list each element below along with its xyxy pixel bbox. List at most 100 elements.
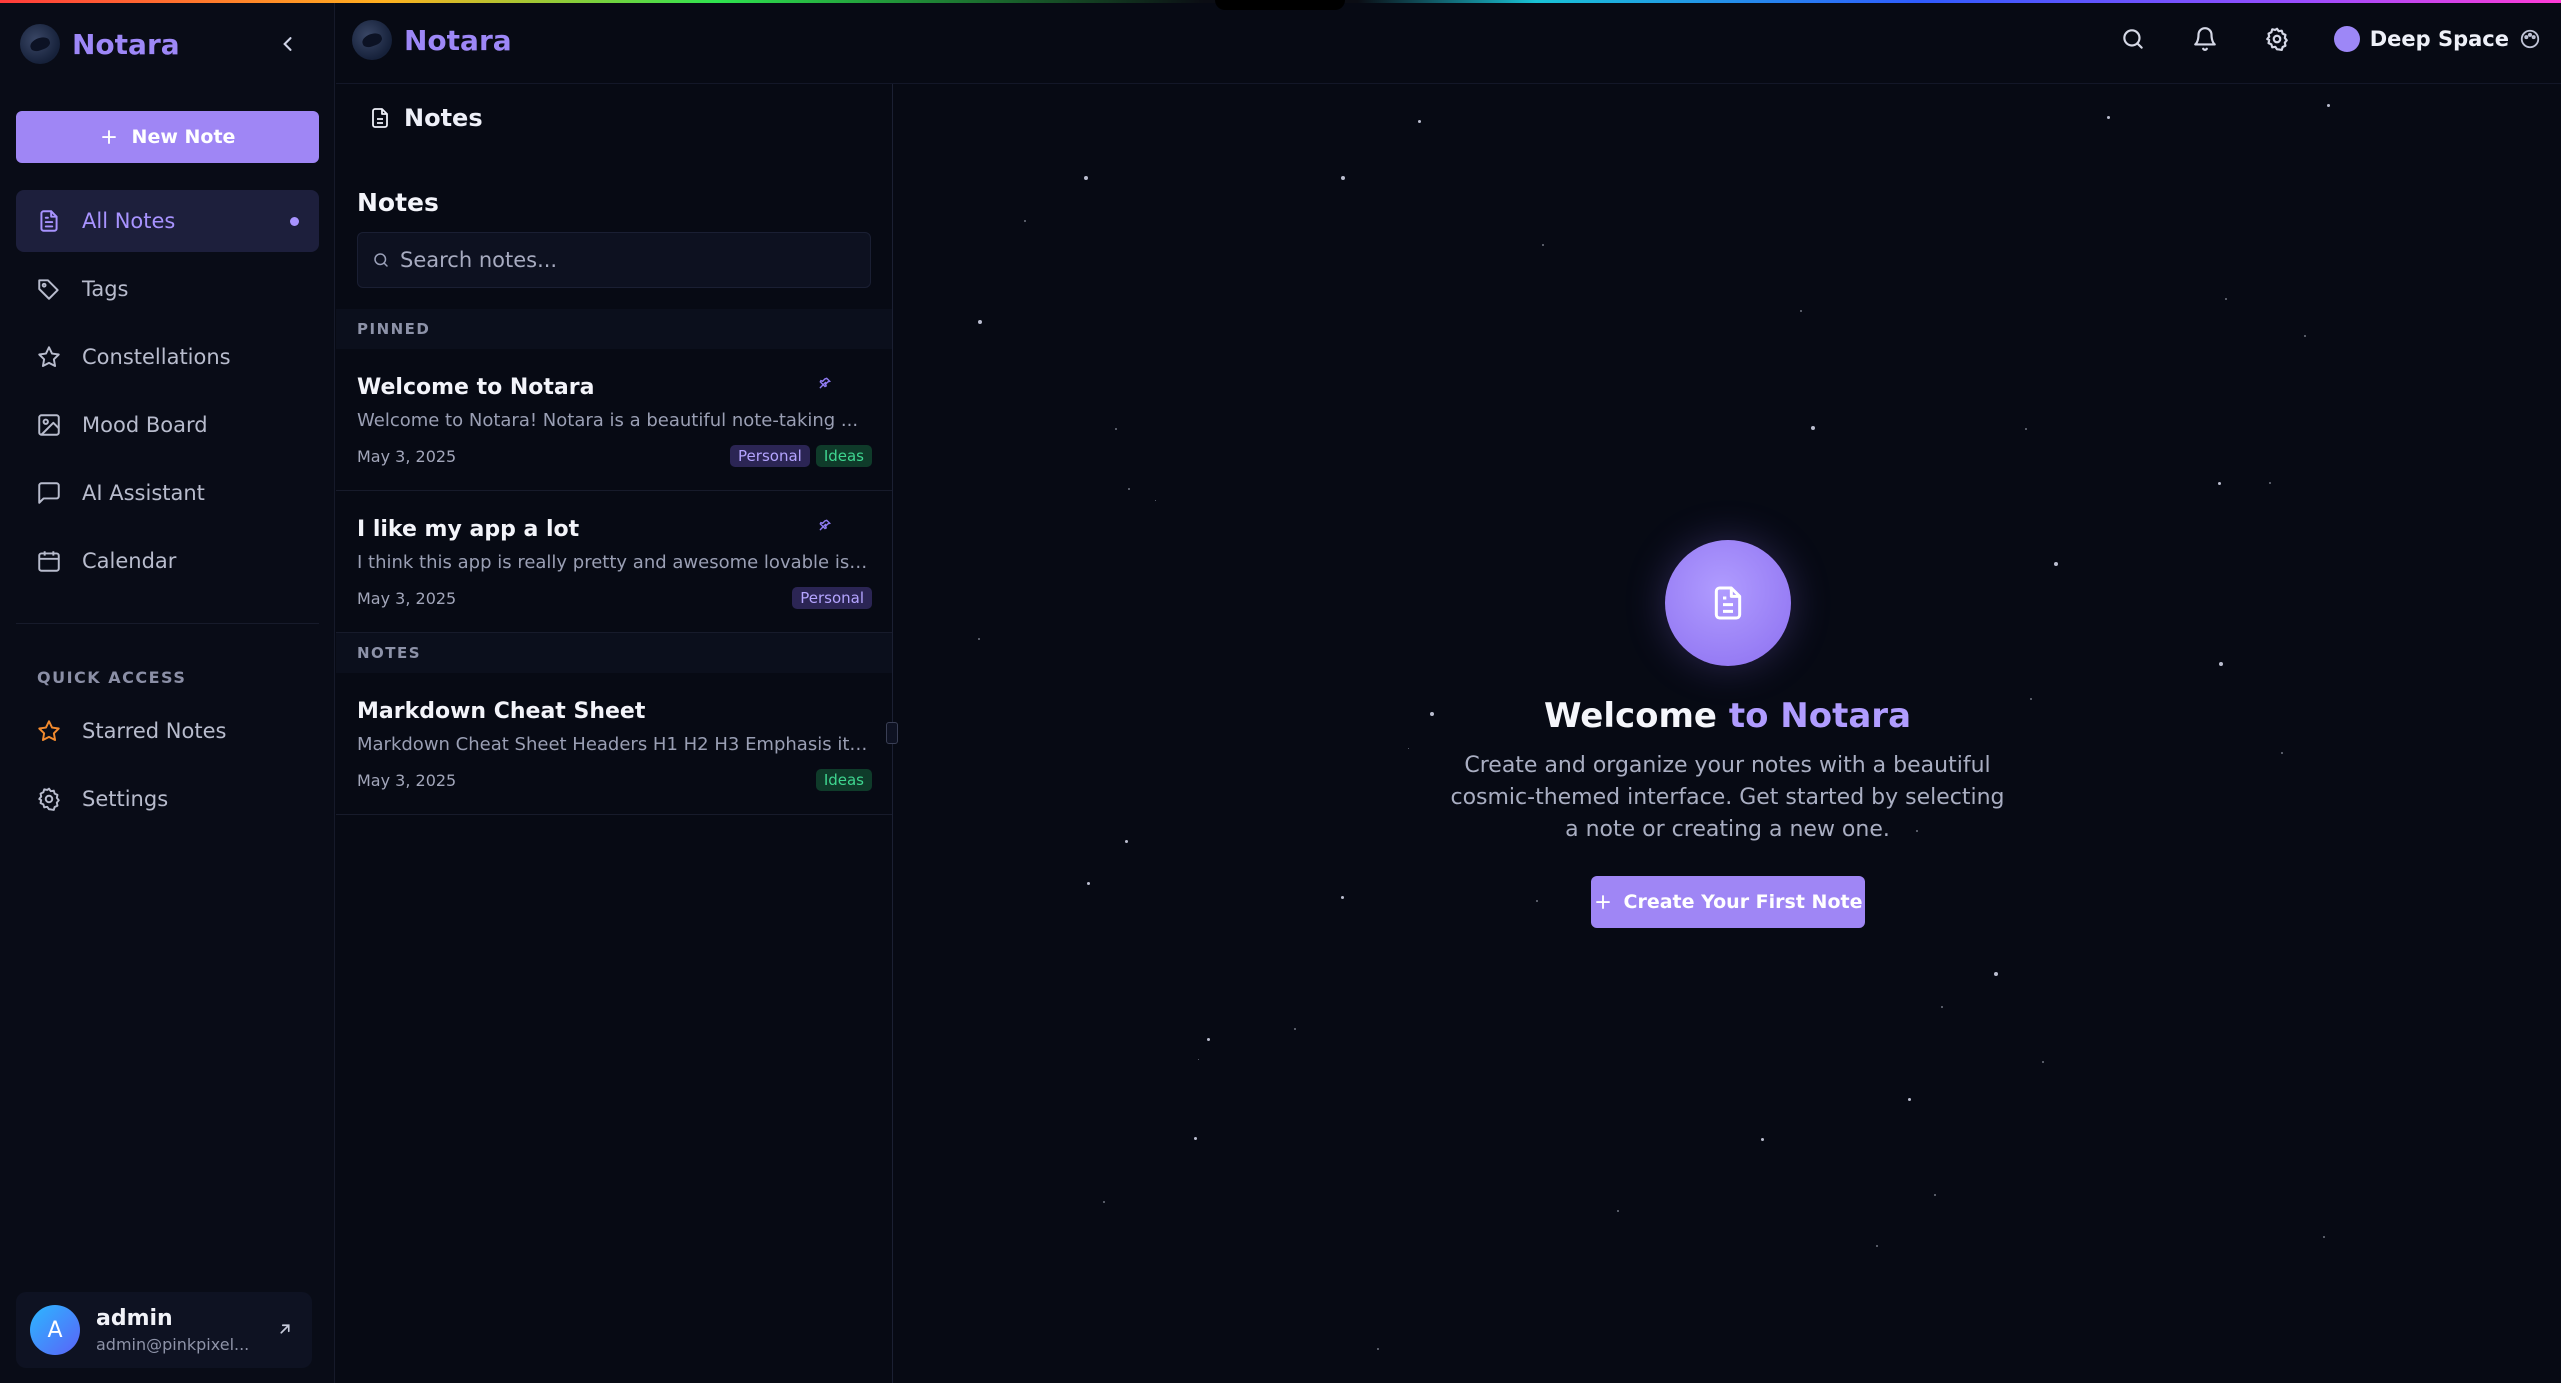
star-dot bbox=[1084, 176, 1088, 180]
sidebar-item-label: Constellations bbox=[82, 345, 231, 369]
tag-badge[interactable]: Personal bbox=[792, 587, 872, 609]
star-dot bbox=[2269, 482, 2271, 484]
screen-notch bbox=[1215, 0, 1345, 10]
file-text-icon bbox=[372, 108, 388, 128]
header-brand[interactable]: Notara bbox=[352, 20, 512, 60]
star-dot bbox=[1761, 1138, 1764, 1141]
star-dot bbox=[1536, 900, 1538, 902]
star-dot bbox=[2107, 116, 2110, 119]
star-dot bbox=[1418, 120, 1421, 123]
settings-button[interactable] bbox=[2262, 24, 2292, 54]
star-dot bbox=[1934, 1194, 1936, 1196]
user-name: admin bbox=[96, 1306, 173, 1331]
star-dot bbox=[2054, 562, 2058, 566]
create-first-note-button[interactable]: Create Your First Note bbox=[1591, 876, 1865, 928]
user-profile-card[interactable]: A admin admin@pinkpixel... bbox=[16, 1292, 312, 1368]
note-card-pinned[interactable]: I like my app a lot I think this app is … bbox=[336, 491, 892, 633]
quick-access-list: Starred Notes Settings bbox=[16, 700, 319, 836]
tag-badge[interactable]: Ideas bbox=[815, 445, 872, 467]
gear-icon bbox=[2265, 27, 2288, 52]
theme-label: Deep Space bbox=[2369, 27, 2509, 51]
palette-icon bbox=[2520, 29, 2540, 49]
star-dot bbox=[1128, 488, 1130, 490]
calendar-icon bbox=[38, 551, 60, 572]
sidebar-brand[interactable]: Notara bbox=[20, 24, 180, 64]
star-dot bbox=[2281, 752, 2283, 754]
pin-button[interactable] bbox=[818, 517, 832, 536]
star-dot bbox=[1341, 896, 1344, 899]
search-notes-input[interactable]: Search notes... bbox=[357, 232, 871, 288]
note-date: May 3, 2025 bbox=[357, 588, 457, 608]
avatar: A bbox=[30, 1305, 80, 1355]
collapse-sidebar-button[interactable] bbox=[276, 30, 300, 58]
star-dot bbox=[978, 320, 982, 324]
notes-pane-header-label: Notes bbox=[404, 104, 483, 132]
top-bar: Notara Deep Space bbox=[336, 0, 2561, 84]
sidebar-item-starred-notes[interactable]: Starred Notes bbox=[16, 700, 319, 762]
new-note-label: New Note bbox=[131, 126, 236, 148]
star-dot bbox=[1341, 176, 1345, 180]
new-note-button[interactable]: New Note bbox=[16, 111, 319, 163]
star-dot bbox=[978, 638, 980, 640]
star-dot bbox=[1994, 972, 1998, 976]
open-profile-button[interactable] bbox=[276, 1320, 294, 1342]
star-dot bbox=[1542, 244, 1544, 246]
note-snippet: Welcome to Notara! Notara is a beautiful… bbox=[357, 410, 859, 431]
note-title: Markdown Cheat Sheet bbox=[357, 699, 646, 724]
welcome-description: Create and organize your notes with a be… bbox=[1450, 753, 2005, 842]
sidebar-item-calendar[interactable]: Calendar bbox=[16, 530, 319, 592]
user-email: admin@pinkpixel... bbox=[96, 1335, 250, 1354]
star-dot bbox=[2323, 1236, 2325, 1238]
sidebar-item-label: AI Assistant bbox=[82, 481, 205, 505]
notifications-button[interactable] bbox=[2190, 24, 2220, 54]
sidebar-item-label: Settings bbox=[82, 787, 169, 811]
file-text-icon bbox=[40, 210, 58, 232]
sidebar-item-mood-board[interactable]: Mood Board bbox=[16, 394, 319, 456]
star-dot bbox=[1811, 426, 1815, 430]
tag-badge[interactable]: Personal bbox=[730, 445, 810, 467]
sidebar-item-label: Starred Notes bbox=[82, 719, 227, 743]
note-title: Welcome to Notara bbox=[357, 375, 595, 400]
sidebar-nav: All Notes Tags Constellations Mood Board… bbox=[16, 190, 319, 598]
sidebar-item-all-notes[interactable]: All Notes bbox=[16, 190, 319, 252]
gear-icon bbox=[38, 787, 60, 811]
search-icon bbox=[2122, 29, 2143, 49]
star-icon bbox=[38, 346, 60, 367]
note-card-pinned[interactable]: Welcome to Notara Welcome to Notara! Not… bbox=[336, 349, 892, 491]
star-icon bbox=[38, 720, 60, 741]
star-dot bbox=[1941, 1006, 1943, 1008]
sidebar-item-settings[interactable]: Settings bbox=[16, 768, 319, 830]
welcome-document-icon bbox=[1665, 540, 1791, 666]
theme-selector[interactable]: Deep Space bbox=[2333, 26, 2541, 52]
notes-pane: Notes Notes Search notes... PINNED Welco… bbox=[336, 84, 893, 1383]
brand-name: Notara bbox=[72, 27, 180, 61]
welcome-title-prefix: Welcome bbox=[1543, 696, 1717, 736]
star-dot bbox=[2025, 428, 2027, 430]
star-dot bbox=[1377, 1348, 1379, 1350]
notes-list-title: Notes bbox=[357, 188, 439, 217]
file-text-icon bbox=[1714, 586, 1742, 620]
plus-icon bbox=[1595, 895, 1610, 909]
star-dot bbox=[1294, 1028, 1296, 1030]
welcome-title-suffix: to Notara bbox=[1728, 696, 1912, 736]
sidebar-item-ai-assistant[interactable]: AI Assistant bbox=[16, 462, 319, 524]
notes-section-label: NOTES bbox=[336, 633, 892, 673]
sidebar-item-constellations[interactable]: Constellations bbox=[16, 326, 319, 388]
quick-access-title: QUICK ACCESS bbox=[37, 668, 187, 687]
sidebar-item-label: Calendar bbox=[82, 549, 177, 573]
sidebar: Notara New Note All Notes Tags Constella… bbox=[0, 0, 335, 1383]
search-button[interactable] bbox=[2118, 24, 2148, 54]
note-card[interactable]: Markdown Cheat Sheet Markdown Cheat Shee… bbox=[336, 673, 892, 815]
star-dot bbox=[2327, 104, 2330, 107]
star-dot bbox=[2304, 335, 2306, 337]
pin-button[interactable] bbox=[818, 375, 832, 394]
tag-badge[interactable]: Ideas bbox=[815, 769, 872, 791]
star-dot bbox=[1908, 1098, 1911, 1101]
brand-name: Notara bbox=[404, 23, 512, 57]
star-dot bbox=[2225, 298, 2227, 300]
sidebar-item-tags[interactable]: Tags bbox=[16, 258, 319, 320]
star-dot bbox=[1125, 840, 1128, 843]
pin-icon bbox=[819, 377, 832, 389]
plus-icon bbox=[101, 130, 116, 144]
star-dot bbox=[1024, 220, 1026, 222]
